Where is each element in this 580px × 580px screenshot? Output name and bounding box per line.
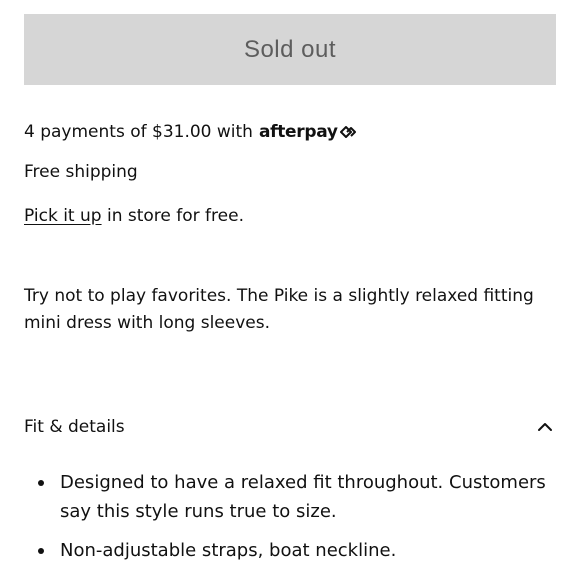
afterpay-logo[interactable]: afterpay [259, 122, 357, 142]
list-item-text: Non-adjustable straps, boat neckline. [60, 540, 397, 561]
product-description: Try not to play favorites. The Pike is a… [24, 286, 534, 333]
fit-details-list: Designed to have a relaxed fit throughou… [24, 468, 556, 575]
list-item-text: Designed to have a relaxed fit throughou… [60, 472, 546, 522]
pick-it-up-link[interactable]: Pick it up [24, 206, 102, 226]
fit-details-toggle[interactable]: Fit & details [24, 412, 556, 442]
afterpay-loop-icon [339, 126, 356, 138]
sold-out-button[interactable]: Sold out [24, 14, 556, 85]
afterpay-brand: afterpay [258, 122, 338, 142]
pickup-info: Pick it up in store for free. [24, 206, 244, 226]
bullet [38, 548, 44, 554]
free-shipping-text: Free shipping [24, 162, 138, 182]
fit-details-title: Fit & details [24, 417, 125, 437]
bullet [38, 480, 44, 486]
afterpay-installments: 4 payments of $31.00 with afterpay [24, 122, 357, 142]
afterpay-text: 4 payments of $31.00 with [24, 122, 253, 142]
list-item: Non-adjustable straps, boat neckline. [24, 536, 556, 565]
product-panel: Sold out 4 payments of $31.00 with after… [0, 0, 580, 580]
list-item: Designed to have a relaxed fit throughou… [24, 468, 556, 526]
pickup-suffix: in store for free. [101, 206, 244, 226]
chevron-up-icon [538, 423, 552, 431]
